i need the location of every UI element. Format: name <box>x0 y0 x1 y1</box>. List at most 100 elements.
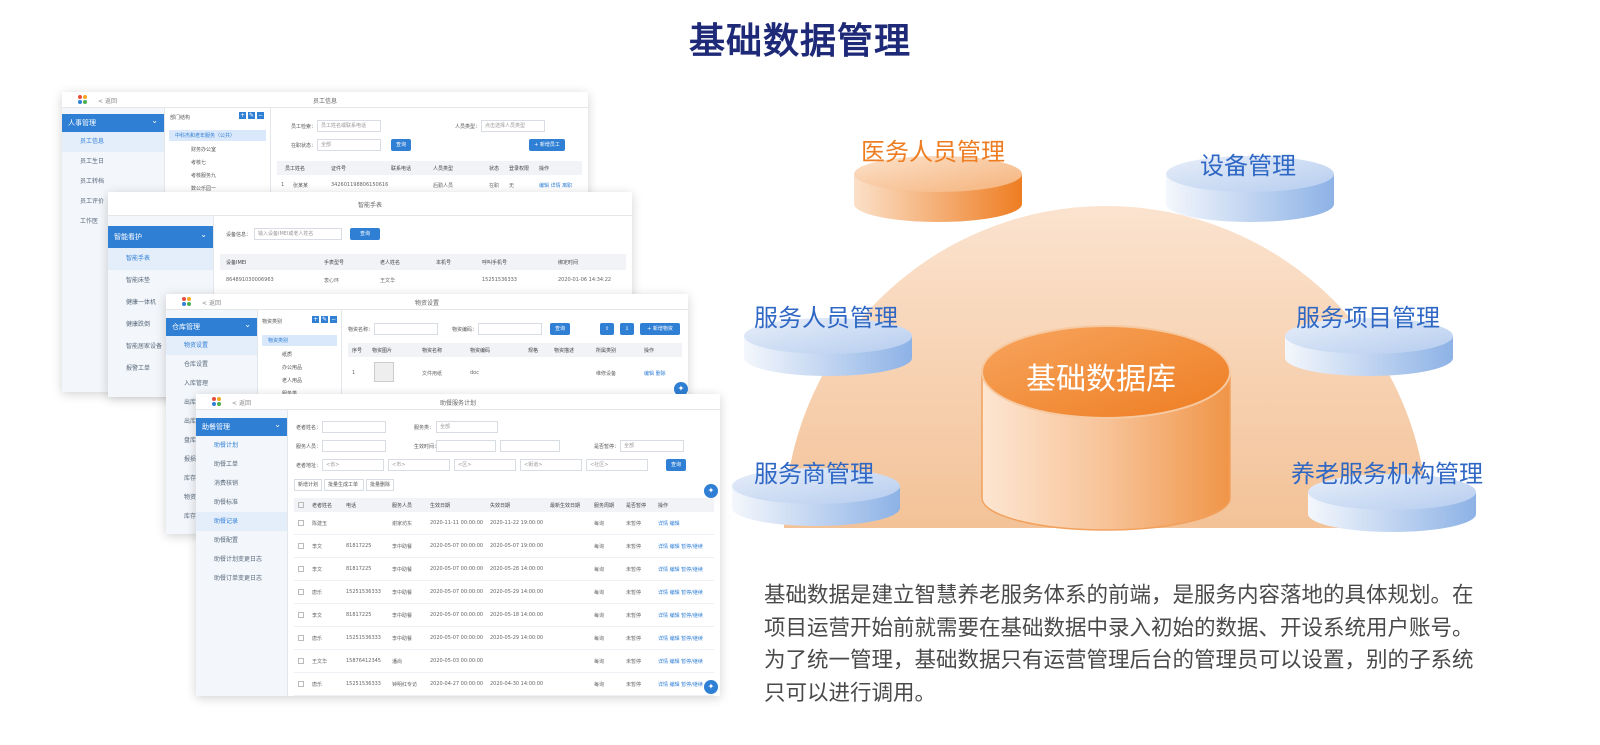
tree-item[interactable]: 考核七 <box>191 159 206 166</box>
tree-item[interactable]: 考核服务九 <box>191 172 216 179</box>
batch-delete-button[interactable]: 批量删除 <box>366 479 394 491</box>
table-cell: 2020-05-28 14:00:00 <box>490 566 544 572</box>
type-input[interactable]: 点击选择人员类型 <box>481 120 545 132</box>
district-select[interactable]: <区> <box>454 459 516 471</box>
add-plan-button[interactable]: 新增计划 <box>294 479 322 491</box>
sidebar-item[interactable]: 助餐订单变更日志 <box>196 569 287 588</box>
row-checkbox[interactable] <box>298 612 304 618</box>
tree-item[interactable]: 财务办公室 <box>191 146 216 153</box>
row-actions[interactable]: 编辑 详情 离职 <box>539 182 572 189</box>
sidebar-item[interactable]: 入库管理 <box>166 374 257 393</box>
table-cell: 342601198806150616 <box>331 182 389 188</box>
search-input[interactable]: 员工姓名或联系电话 <box>317 120 381 132</box>
staff-input[interactable] <box>322 440 386 452</box>
tree-item[interactable]: 物资类别 <box>268 337 288 344</box>
table-cell: 2020-05-07 00:00:00 <box>430 635 484 641</box>
column-header: 设备IMEI <box>226 260 247 266</box>
sidebar-head[interactable]: 助餐管理 <box>196 416 287 436</box>
row-checkbox[interactable] <box>298 520 304 526</box>
row-actions[interactable]: 详情 编辑 暂停/继续 <box>658 681 703 688</box>
sidebar-item[interactable]: 物资设置 <box>166 336 257 355</box>
table-cell: 2020-05-07 00:00:00 <box>430 589 484 595</box>
province-select[interactable]: <省> <box>322 459 384 471</box>
query-button[interactable]: 查询 <box>350 228 380 240</box>
search-label: 员工检索： <box>291 124 317 130</box>
row-checkbox[interactable] <box>298 681 304 687</box>
table-cell: 李文 <box>312 544 323 550</box>
name-input[interactable] <box>322 421 386 433</box>
table-cell: 每询 <box>594 567 605 573</box>
sidebar-item[interactable]: 消费核销 <box>196 474 287 493</box>
row-checkbox[interactable] <box>298 635 304 641</box>
name-label: 物资名称： <box>348 327 374 333</box>
add-goods-button[interactable]: + 新增物资 <box>640 323 680 335</box>
code-input[interactable] <box>478 323 542 335</box>
row-actions[interactable]: 详情 编辑 暂停/继续 <box>658 566 703 573</box>
row-actions[interactable]: 详情 编辑 暂停/继续 <box>658 612 703 619</box>
download-icon[interactable]: ⇩ <box>620 323 634 335</box>
end-date-input[interactable] <box>500 440 560 452</box>
pin-icon[interactable]: ✦ <box>704 484 718 498</box>
row-actions[interactable]: 详情 编辑 暂停/继续 <box>658 543 703 550</box>
start-date-input[interactable] <box>436 440 496 452</box>
row-checkbox[interactable] <box>298 658 304 664</box>
table-cell: 每询 <box>594 682 605 688</box>
city-select[interactable]: <市> <box>388 459 450 471</box>
table-cell: 在职 <box>489 183 500 189</box>
sidebar-item[interactable]: 助餐计划变更日志 <box>196 550 287 569</box>
sidebar-item[interactable]: 助餐工单 <box>196 455 287 474</box>
query-button[interactable]: 查询 <box>550 323 570 335</box>
column-header: 操作 <box>658 503 669 509</box>
tree-item[interactable]: 办公用品 <box>282 364 302 371</box>
tree-item[interactable]: 纸质 <box>282 351 292 358</box>
tree-item[interactable]: 中科杰和老年服务（公共） <box>175 132 235 139</box>
window-title: 物资设置 <box>414 300 439 307</box>
type-select[interactable]: 全部 <box>436 421 498 433</box>
window-title: 员工信息 <box>312 98 337 105</box>
row-actions[interactable]: 详情 编辑 暂停/继续 <box>658 589 703 596</box>
row-actions[interactable]: 详情 编辑 暂停/继续 <box>658 635 703 642</box>
table-cell: 每询 <box>594 521 605 527</box>
street-select[interactable]: <街道> <box>520 459 582 471</box>
sidebar-item[interactable]: 员工信息 <box>62 132 164 152</box>
upload-icon[interactable]: ⇧ <box>600 323 614 335</box>
row-checkbox[interactable] <box>298 566 304 572</box>
pause-select[interactable]: 全部 <box>620 440 684 452</box>
community-select[interactable]: <社区> <box>586 459 648 471</box>
sidebar-head[interactable]: 人事管理 <box>62 112 164 132</box>
table-cell: 李中助餐 <box>392 590 413 596</box>
add-staff-button[interactable]: + 新增员工 <box>529 139 565 151</box>
table-row-divider <box>294 626 714 627</box>
search-input[interactable]: 输入设备IMEI或老人姓名 <box>254 228 342 240</box>
row-actions[interactable]: 详情 编辑 暂停/继续 <box>658 658 703 665</box>
sidebar-item[interactable]: 助餐配置 <box>196 531 287 550</box>
pin-icon[interactable]: ✦ <box>704 680 718 694</box>
table-cell: 钟明红专访 <box>392 682 418 688</box>
tree-item[interactable]: 老人用品 <box>282 377 302 384</box>
sidebar-item[interactable]: 助餐记录 <box>196 512 287 531</box>
sidebar-item[interactable]: 员工生日 <box>62 152 164 172</box>
query-button[interactable]: 查询 <box>666 459 686 471</box>
row-checkbox[interactable] <box>298 543 304 549</box>
sidebar-item[interactable]: 仓库设置 <box>166 355 257 374</box>
sidebar-head[interactable]: 智能看护 <box>108 224 213 248</box>
window-topbar: < 返回 助餐服务计划 <box>196 394 720 410</box>
sidebar-item[interactable]: 智能手表 <box>108 248 213 270</box>
batch-order-button[interactable]: 批量生成工单 <box>324 479 364 491</box>
row-checkbox[interactable] <box>298 589 304 595</box>
row-actions[interactable]: 详情 编辑 <box>658 520 680 527</box>
tree-tools[interactable]: + ✎ − <box>312 316 337 323</box>
sidebar-head[interactable]: 仓库管理 <box>166 316 257 336</box>
row-actions[interactable]: 编辑 删除 <box>644 370 666 377</box>
name-input[interactable] <box>374 323 438 335</box>
query-button[interactable]: 查询 <box>391 139 411 151</box>
status-select[interactable]: 全部 <box>317 139 381 151</box>
sidebar-item[interactable]: 智能床垫 <box>108 270 213 292</box>
sidebar-item[interactable]: 助餐标准 <box>196 493 287 512</box>
tree-item[interactable]: 数公乐园一 <box>191 185 216 192</box>
sidebar-item[interactable]: 助餐计划 <box>196 436 287 455</box>
sidebar-item[interactable]: 员工转档 <box>62 172 164 192</box>
select-all-checkbox[interactable] <box>298 502 304 508</box>
window-title: 智能手表 <box>357 202 382 209</box>
tree-tools[interactable]: + ✎ − <box>239 112 264 119</box>
